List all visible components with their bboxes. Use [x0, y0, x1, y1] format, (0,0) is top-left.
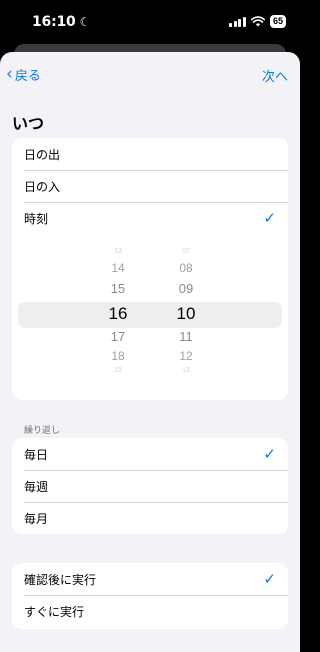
back-button[interactable]: ‹ 戻る — [6, 64, 41, 85]
status-icons: 65 — [229, 15, 286, 28]
hour-value: 18 — [111, 349, 125, 363]
repeat-section-label: 繰り返し — [24, 426, 61, 436]
option-time-of-day[interactable]: 時刻 ✓ — [12, 202, 288, 234]
cellular-signal-icon — [229, 16, 246, 27]
option-label: 日の出 — [24, 147, 61, 162]
option-label: 毎週 — [24, 479, 49, 494]
time-picker[interactable]: 13 14 15 16 17 18 19 07 08 09 10 11 12 1… — [12, 234, 288, 392]
picker-selection-band — [18, 302, 282, 328]
automation-sheet: ‹ 戻る 次へ いつ 日の出 日の入 時刻 ✓ 13 14 15 16 17 1… — [0, 52, 300, 652]
checkmark-icon: ✓ — [263, 570, 276, 588]
chevron-left-icon: ‹ — [6, 64, 13, 84]
minute-value: 07 — [182, 248, 190, 255]
minute-value: 09 — [178, 281, 194, 296]
option-sunset[interactable]: 日の入 — [12, 170, 288, 202]
status-bar: 16:10 ☾ 65 — [0, 0, 300, 46]
option-label: 確認後に実行 — [24, 572, 97, 587]
hour-value: 15 — [110, 281, 126, 296]
battery-indicator: 65 — [269, 15, 286, 28]
hour-value-selected: 16 — [108, 304, 128, 323]
run-immediately[interactable]: すぐに実行 — [12, 595, 288, 627]
moon-icon: ☾ — [79, 15, 91, 29]
minute-value: 08 — [179, 261, 193, 275]
wifi-icon — [250, 16, 265, 27]
status-time-group: 16:10 ☾ — [32, 14, 90, 30]
option-label: 毎日 — [24, 447, 49, 462]
hour-value: 19 — [114, 367, 122, 374]
repeat-group: 毎日 ✓ 毎週 毎月 — [12, 438, 288, 534]
checkmark-icon: ✓ — [263, 445, 276, 463]
status-time: 16:10 — [32, 14, 76, 30]
when-group: 日の出 日の入 時刻 ✓ 13 14 15 16 17 18 19 07 08 … — [12, 138, 288, 400]
option-label: 時刻 — [24, 211, 49, 226]
when-section-title: いつ — [12, 114, 45, 133]
repeat-monthly[interactable]: 毎月 — [12, 502, 288, 534]
repeat-daily[interactable]: 毎日 ✓ — [12, 438, 288, 470]
hour-value: 17 — [110, 329, 126, 344]
minute-value: 11 — [179, 329, 193, 344]
navigation-bar: ‹ 戻る 次へ — [0, 52, 300, 98]
checkmark-icon: ✓ — [263, 209, 276, 227]
minute-value: 12 — [179, 349, 193, 363]
back-label: 戻る — [14, 69, 41, 84]
repeat-weekly[interactable]: 毎週 — [12, 470, 288, 502]
next-button[interactable]: 次へ — [262, 66, 288, 85]
option-sunrise[interactable]: 日の出 — [12, 138, 288, 170]
run-mode-group: 確認後に実行 ✓ すぐに実行 — [12, 563, 288, 629]
run-after-confirm[interactable]: 確認後に実行 ✓ — [12, 563, 288, 595]
hour-value: 13 — [114, 248, 122, 255]
hour-value: 14 — [111, 261, 125, 275]
option-label: 毎月 — [24, 511, 49, 526]
minute-value: 13 — [182, 367, 190, 374]
option-label: すぐに実行 — [24, 604, 85, 619]
option-label: 日の入 — [24, 179, 61, 194]
minute-value-selected: 10 — [176, 304, 196, 323]
